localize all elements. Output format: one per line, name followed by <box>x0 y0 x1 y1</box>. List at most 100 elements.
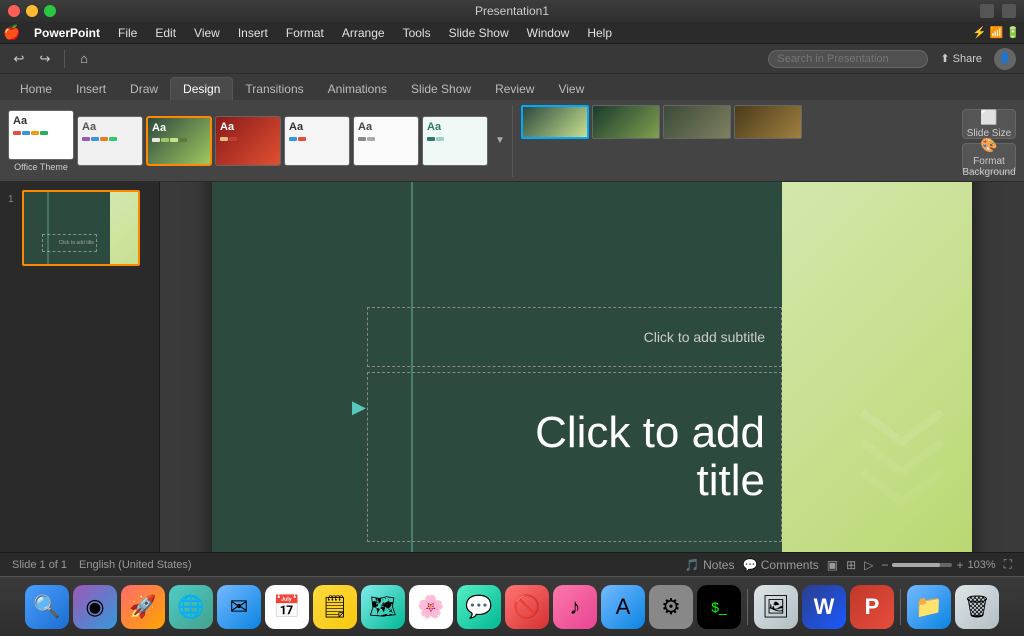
theme-office[interactable]: Aa <box>8 110 74 160</box>
slide-canvas: ▶ Click to add subtitle Click to addtitl… <box>212 182 972 552</box>
user-avatar[interactable]: 👤 <box>994 48 1016 70</box>
tab-view[interactable]: View <box>546 78 596 100</box>
dock-preview[interactable]: 🖼 <box>754 585 798 629</box>
slide-info: Slide 1 of 1 <box>12 559 67 571</box>
slide-panel: 1 Click to add title <box>0 182 160 552</box>
dock-messages[interactable]: 💬 <box>457 585 501 629</box>
ribbon-right-buttons: ⬜ Slide Size 🎨 Format Background <box>962 109 1016 173</box>
tab-transitions[interactable]: Transitions <box>233 78 315 100</box>
view-reading-button[interactable]: ▷ <box>864 558 873 572</box>
maximize-button[interactable] <box>44 5 56 17</box>
theme-blue[interactable]: Aa <box>284 116 350 166</box>
variant-3[interactable] <box>663 105 731 139</box>
title-bar-right <box>980 4 1016 18</box>
dock-photos[interactable]: 🌸 <box>409 585 453 629</box>
theme-2[interactable]: Aa <box>77 116 143 166</box>
menu-file[interactable]: File <box>110 24 145 42</box>
zoom-out-button[interactable]: − <box>881 558 888 572</box>
dock-music[interactable]: ♪ <box>553 585 597 629</box>
fit-to-window-button[interactable]: ⛶ <box>1004 557 1012 572</box>
dock-appstore[interactable]: A <box>601 585 645 629</box>
dock-word[interactable]: W <box>802 585 846 629</box>
dock-safari[interactable]: 🌐 <box>169 585 213 629</box>
minimize-button[interactable] <box>26 5 38 17</box>
dock-siri[interactable]: ◉ <box>73 585 117 629</box>
dock-divider <box>747 589 748 625</box>
system-time: ⚡ 📶 🔋 <box>973 26 1020 39</box>
home-button[interactable]: ⌂ <box>73 48 95 70</box>
ribbon-tabs: Home Insert Draw Design Transitions Anim… <box>0 74 1024 100</box>
tab-slide-show[interactable]: Slide Show <box>399 78 483 100</box>
share-button[interactable]: ⬆ Share <box>932 50 990 67</box>
battery-icon <box>1002 4 1016 18</box>
menu-arrange[interactable]: Arrange <box>334 24 393 42</box>
format-background-button[interactable]: 🎨 Format Background <box>962 143 1016 173</box>
dock-divider2 <box>900 589 901 625</box>
dock-finder[interactable]: 🔍 <box>25 585 69 629</box>
zoom-level: 103% <box>967 559 995 571</box>
dock-system-prefs[interactable]: ⚙ <box>649 585 693 629</box>
tab-insert[interactable]: Insert <box>64 78 118 100</box>
window-title: Presentation1 <box>475 4 549 18</box>
apple-menu[interactable]: 🍎 <box>4 25 20 41</box>
tab-design[interactable]: Design <box>170 77 233 100</box>
slide-size-button[interactable]: ⬜ Slide Size <box>962 109 1016 139</box>
subtitle-text-box[interactable]: Click to add subtitle <box>367 307 782 367</box>
tab-home[interactable]: Home <box>8 78 64 100</box>
zoom-in-button[interactable]: + <box>956 558 963 572</box>
menu-slide-show[interactable]: Slide Show <box>441 24 517 42</box>
dock-calendar[interactable]: 📅 <box>265 585 309 629</box>
menu-view[interactable]: View <box>186 24 228 42</box>
arrow-marker: ▶ <box>352 397 366 418</box>
menu-app-name[interactable]: PowerPoint <box>26 24 108 42</box>
undo-button[interactable]: ↩ <box>8 48 30 70</box>
comments-button[interactable]: 💬 Comments <box>742 558 818 572</box>
dock-launchpad[interactable]: 🚀 <box>121 585 165 629</box>
tab-draw[interactable]: Draw <box>118 78 170 100</box>
menu-tools[interactable]: Tools <box>395 24 439 42</box>
zoom-control: − + 103% <box>881 558 995 572</box>
menu-help[interactable]: Help <box>579 24 620 42</box>
ribbon-content: Aa Office Theme Aa <box>0 100 1024 182</box>
tab-review[interactable]: Review <box>483 78 546 100</box>
menu-edit[interactable]: Edit <box>147 24 184 42</box>
menu-insert[interactable]: Insert <box>230 24 276 42</box>
theme-neutral[interactable]: Aa <box>353 116 419 166</box>
title-text-box[interactable]: Click to addtitle <box>367 372 782 542</box>
dock-mail[interactable]: ✉ <box>217 585 261 629</box>
dock-do-not-disturb[interactable]: 🚫 <box>505 585 549 629</box>
zoom-slider[interactable] <box>892 563 952 567</box>
tab-animations[interactable]: Animations <box>316 78 399 100</box>
title-bar: Presentation1 <box>0 0 1024 22</box>
redo-button[interactable]: ↪ <box>34 48 56 70</box>
dock-terminal[interactable]: $_ <box>697 585 741 629</box>
dock-trash[interactable]: 🗑 <box>955 585 999 629</box>
theme-group: Aa Office Theme Aa <box>8 105 488 177</box>
view-slide-sorter-button[interactable]: ⊞ <box>846 558 856 572</box>
dock-notes[interactable]: 🗒 <box>313 585 357 629</box>
theme-organic[interactable]: Aa <box>146 116 212 166</box>
menu-format[interactable]: Format <box>278 24 332 42</box>
close-button[interactable] <box>8 5 20 17</box>
slide-thumbnail[interactable]: Click to add title <box>22 190 140 266</box>
dock: 🔍 ◉ 🚀 🌐 ✉ 📅 🗒 🗺 🌸 💬 🚫 ♪ A ⚙ $_ 🖼 W P 📁 🗑 <box>0 576 1024 636</box>
canvas-area: ▶ Click to add subtitle Click to addtitl… <box>160 182 1024 552</box>
toolbar: ↩ ↪ ⌂ ⬆ Share 👤 <box>0 44 1024 74</box>
variant-2[interactable] <box>592 105 660 139</box>
main-area: 1 Click to add title <box>0 182 1024 552</box>
variant-4[interactable] <box>734 105 802 139</box>
search-input[interactable] <box>768 50 928 68</box>
dock-powerpoint[interactable]: P <box>850 585 894 629</box>
traffic-lights <box>8 5 56 17</box>
status-right: 🎵 Notes 💬 Comments ▣ ⊞ ▷ − + 103% ⛶ <box>685 557 1012 572</box>
menu-window[interactable]: Window <box>519 24 578 42</box>
format-bg-label: Format Background <box>962 156 1015 178</box>
theme-teal[interactable]: Aa <box>422 116 488 166</box>
theme-expand-button[interactable]: ▼ <box>492 116 508 166</box>
dock-finder-folder[interactable]: 📁 <box>907 585 951 629</box>
dock-maps[interactable]: 🗺 <box>361 585 405 629</box>
notes-button[interactable]: 🎵 Notes <box>685 558 735 572</box>
theme-red[interactable]: Aa <box>215 116 281 166</box>
variant-1[interactable] <box>521 105 589 139</box>
view-normal-button[interactable]: ▣ <box>827 558 838 572</box>
